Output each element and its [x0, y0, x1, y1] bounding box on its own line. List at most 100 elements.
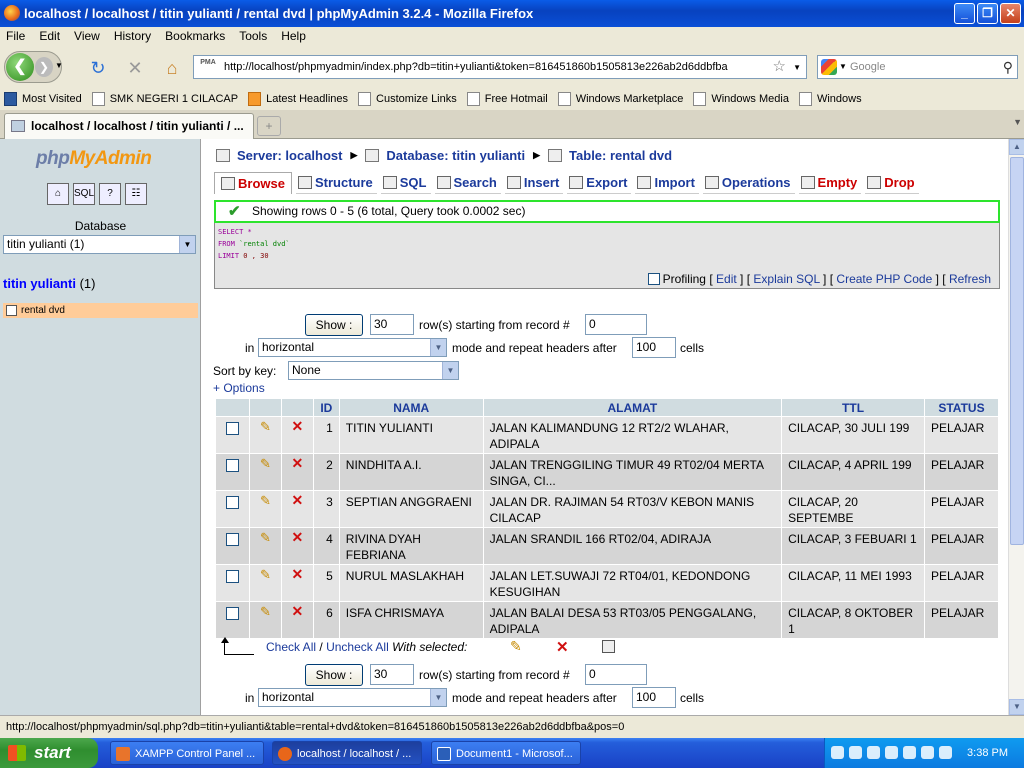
edit-pencil-icon[interactable]: ✎: [258, 604, 272, 619]
explain-sql-link[interactable]: Explain SQL: [753, 272, 819, 286]
delete-x-icon[interactable]: ✕: [291, 566, 303, 582]
reload-icon[interactable]: ↻: [88, 58, 108, 78]
refresh-link[interactable]: Refresh: [949, 272, 991, 286]
home-icon[interactable]: ⌂: [47, 183, 69, 205]
menu-tools[interactable]: Tools: [239, 27, 267, 46]
delete-x-icon[interactable]: ✕: [291, 529, 303, 545]
profiling-checkbox[interactable]: [647, 273, 660, 285]
export-icon[interactable]: [602, 640, 615, 653]
maximize-button[interactable]: ❐: [977, 3, 998, 24]
bookmark-star-icon[interactable]: ☆: [773, 56, 786, 78]
bookmark-windows-marketplace[interactable]: Windows Marketplace: [557, 88, 683, 110]
column-header-status[interactable]: STATUS: [923, 398, 1000, 417]
mode-select[interactable]: horizontal ▼: [258, 338, 447, 357]
menu-view[interactable]: View: [74, 27, 100, 46]
url-text[interactable]: http://localhost/phpmyadmin/index.php?db…: [224, 61, 728, 73]
repeat-headers-input-bottom[interactable]: 100: [632, 687, 676, 708]
check-all-link[interactable]: Check All: [266, 640, 316, 654]
scroll-up-icon[interactable]: ▲: [1009, 139, 1024, 155]
table-icon[interactable]: [6, 305, 17, 316]
menu-file[interactable]: File: [6, 27, 25, 46]
network-icon[interactable]: [849, 746, 862, 759]
column-header-nama[interactable]: NAMA: [338, 398, 484, 417]
bookmark-most-visited[interactable]: Most Visited: [4, 88, 82, 110]
main-scrollbar[interactable]: ▲ ▼: [1008, 139, 1024, 715]
stop-icon[interactable]: ✕: [125, 58, 145, 78]
start-button[interactable]: start: [0, 738, 98, 768]
chevron-down-icon[interactable]: ▼: [179, 236, 195, 253]
url-bar[interactable]: PMA http://localhost/phpmyadmin/index.ph…: [193, 55, 807, 79]
close-button[interactable]: ✕: [1000, 3, 1021, 24]
delete-x-icon[interactable]: ✕: [291, 603, 303, 619]
delete-x-icon[interactable]: ✕: [291, 418, 303, 434]
column-header-ttl[interactable]: TTL: [781, 398, 925, 417]
tab-list-icon[interactable]: ▼: [1013, 117, 1022, 127]
table-item-rental-dvd[interactable]: rental dvd: [3, 303, 198, 318]
chevron-down-icon[interactable]: ▼: [430, 339, 446, 356]
docs-icon[interactable]: ☷: [125, 183, 147, 205]
new-tab-icon[interactable]: +: [257, 116, 281, 136]
breadcrumb-server[interactable]: Server: localhost: [237, 148, 343, 163]
menu-help[interactable]: Help: [281, 27, 306, 46]
google-icon[interactable]: [821, 59, 837, 75]
options-link[interactable]: + Options: [213, 381, 265, 395]
help-icon[interactable]: [831, 746, 844, 759]
menu-history[interactable]: History: [114, 27, 151, 46]
db-name-link[interactable]: titin yulianti (1): [3, 276, 95, 291]
antivirus-icon[interactable]: [903, 746, 916, 759]
delete-x-icon[interactable]: ✕: [291, 455, 303, 471]
chevron-down-icon[interactable]: ▼: [430, 689, 446, 706]
row-checkbox[interactable]: [225, 422, 239, 435]
delete-x-icon[interactable]: ✕: [291, 492, 303, 508]
create-php-code-link[interactable]: Create PHP Code: [836, 272, 932, 286]
edit-pencil-icon[interactable]: ✎: [258, 493, 272, 508]
back-icon[interactable]: [867, 746, 880, 759]
history-dropdown-icon[interactable]: ▼: [55, 61, 63, 70]
volume-icon[interactable]: [939, 746, 952, 759]
edit-link[interactable]: Edit: [716, 272, 737, 286]
rows-input-bottom[interactable]: 30: [370, 664, 414, 685]
delete-x-icon[interactable]: ✕: [556, 638, 569, 656]
tab-drop[interactable]: Drop: [865, 172, 919, 194]
row-checkbox[interactable]: [225, 533, 239, 546]
repeat-headers-input[interactable]: 100: [632, 337, 676, 358]
edit-pencil-icon[interactable]: ✎: [258, 419, 272, 434]
browser-tab[interactable]: localhost / localhost / titin yulianti /…: [4, 113, 254, 139]
scrollbar-thumb[interactable]: [1010, 157, 1024, 545]
home-icon[interactable]: ⌂: [162, 58, 182, 78]
show-button-bottom[interactable]: Show :: [305, 664, 363, 686]
tab-structure[interactable]: Structure: [295, 172, 377, 194]
show-button[interactable]: Show :: [305, 314, 363, 336]
row-checkbox[interactable]: [225, 607, 239, 620]
tab-export[interactable]: Export: [567, 172, 632, 194]
uncheck-all-link[interactable]: Uncheck All: [326, 640, 389, 654]
breadcrumb-table[interactable]: Table: rental dvd: [569, 148, 672, 163]
phpmyadmin-logo[interactable]: phpMyAdmin: [36, 148, 152, 170]
edit-pencil-icon[interactable]: ✎: [258, 567, 272, 582]
url-dropdown-icon[interactable]: ▼: [793, 57, 801, 79]
menu-edit[interactable]: Edit: [39, 27, 60, 46]
bookmark-smk[interactable]: SMK NEGERI 1 CILACAP: [91, 88, 238, 110]
row-checkbox[interactable]: [225, 570, 239, 583]
breadcrumb-database[interactable]: Database: titin yulianti: [386, 148, 525, 163]
bookmark-free-hotmail[interactable]: Free Hotmail: [466, 88, 548, 110]
taskbar-item-xampp[interactable]: XAMPP Control Panel ...: [110, 741, 264, 765]
minimize-button[interactable]: _: [954, 3, 975, 24]
search-box[interactable]: ▼ Google ⚲: [817, 55, 1018, 79]
tab-sql[interactable]: SQL: [380, 172, 431, 194]
search-placeholder[interactable]: Google: [850, 61, 885, 73]
sql-query-icon[interactable]: SQL: [73, 183, 95, 205]
bookmark-latest-headlines[interactable]: Latest Headlines: [248, 88, 348, 110]
start-record-input-bottom[interactable]: 0: [585, 664, 647, 685]
tab-browse[interactable]: Browse: [214, 172, 292, 194]
search-icon[interactable]: ⚲: [1003, 56, 1013, 78]
xampp-tray-icon[interactable]: [885, 746, 898, 759]
engine-dropdown-icon[interactable]: ▼: [839, 56, 847, 78]
scroll-down-icon[interactable]: ▼: [1009, 699, 1024, 715]
tab-operations[interactable]: Operations: [702, 172, 795, 194]
start-record-input[interactable]: 0: [585, 314, 647, 335]
edit-pencil-icon[interactable]: ✎: [258, 530, 272, 545]
column-header-alamat[interactable]: ALAMAT: [482, 398, 783, 417]
mode-select-bottom[interactable]: horizontal ▼: [258, 688, 447, 707]
bookmark-customize-links[interactable]: Customize Links: [358, 88, 457, 110]
